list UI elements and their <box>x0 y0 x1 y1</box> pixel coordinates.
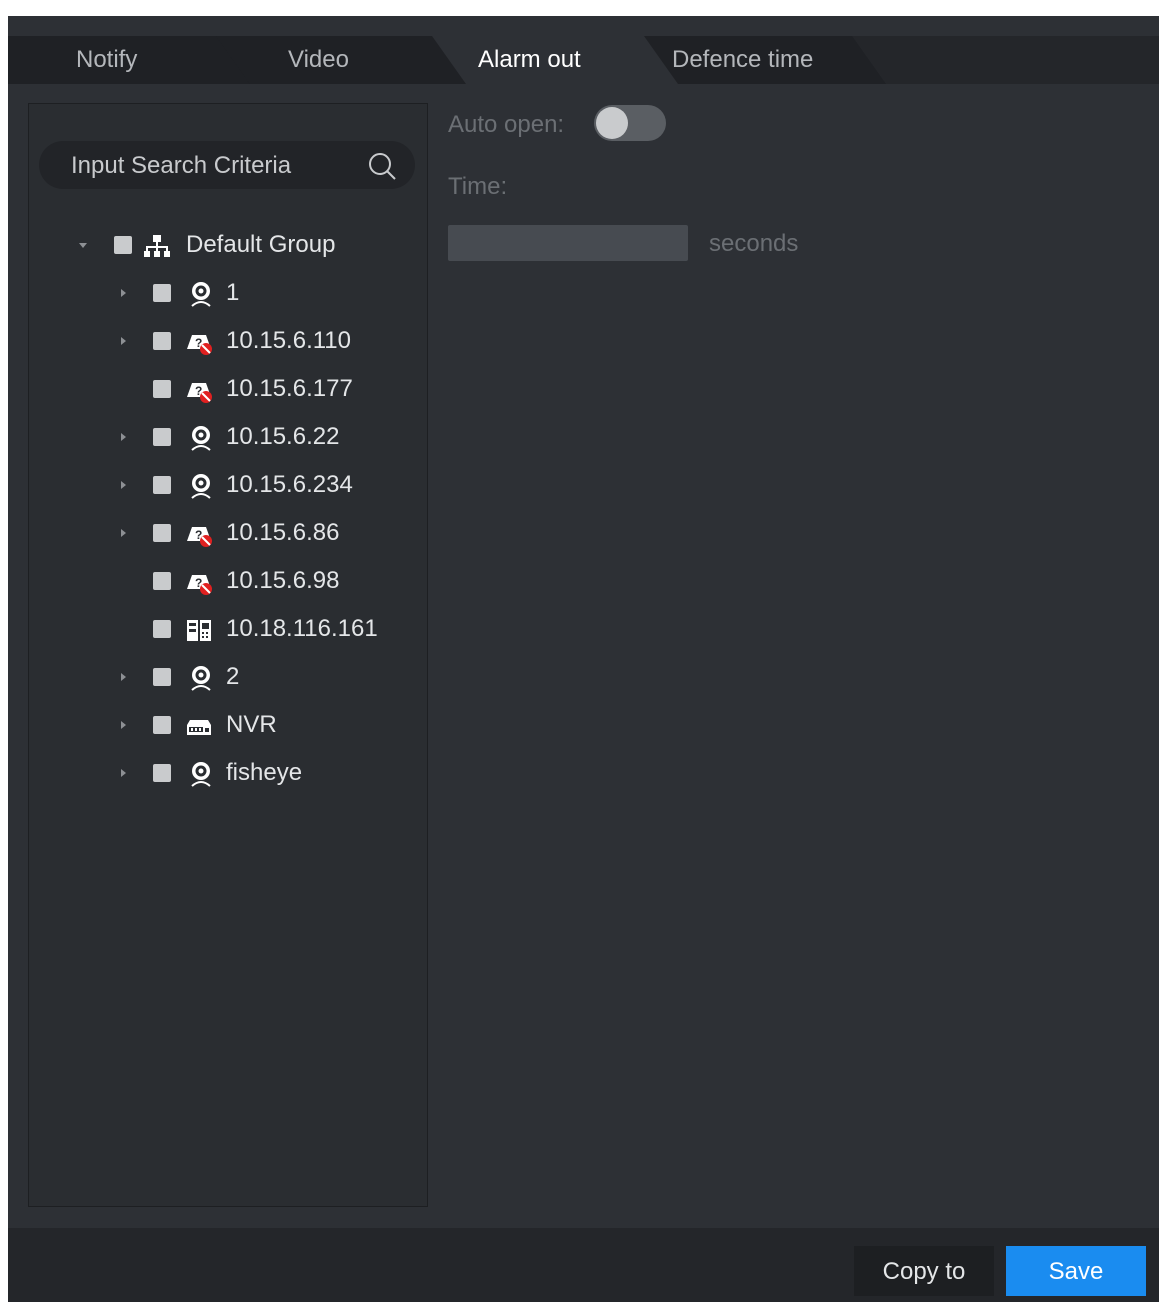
tree-node-label: 2 <box>226 663 240 690</box>
tree-node[interactable]: NVR <box>29 705 427 745</box>
camera-icon <box>191 474 211 499</box>
auto-open-toggle[interactable] <box>594 105 666 141</box>
tree-checkbox[interactable] <box>153 620 171 638</box>
camera-icon <box>191 426 211 451</box>
tree-node[interactable]: 1 <box>29 273 427 313</box>
caret-right-icon[interactable] <box>115 417 131 457</box>
save-button[interactable]: Save <box>1006 1246 1146 1296</box>
tree-node-label: 10.15.6.234 <box>226 471 353 498</box>
tab-video-label: Video <box>288 46 349 73</box>
camera-icon <box>191 666 211 691</box>
tree-checkbox[interactable] <box>153 716 171 734</box>
tree-checkbox[interactable] <box>114 236 132 254</box>
tree-node-label: NVR <box>226 711 277 738</box>
tree-checkbox[interactable] <box>153 476 171 494</box>
tree-node[interactable]: ? 10.15.6.110 <box>29 321 427 361</box>
tree-node[interactable]: ? 10.15.6.86 <box>29 513 427 553</box>
tree-node-label: Default Group <box>186 231 336 258</box>
caret-right-icon[interactable] <box>115 513 131 553</box>
search-icon[interactable] <box>367 151 397 181</box>
tab-alarm-out-label: Alarm out <box>478 46 581 73</box>
tree-node-label: fisheye <box>226 759 303 786</box>
caret-right-icon[interactable] <box>115 465 131 505</box>
caret-right-icon[interactable] <box>115 753 131 793</box>
tree-node-label: 10.15.6.177 <box>226 375 353 402</box>
tree-checkbox[interactable] <box>153 668 171 686</box>
tree-node[interactable]: 2 <box>29 657 427 697</box>
tree-node[interactable]: 10.15.6.22 <box>29 417 427 457</box>
tree-node-label: 10.15.6.98 <box>226 567 340 594</box>
tab-defence-time[interactable]: Defence time <box>644 36 886 84</box>
caret-right-icon[interactable] <box>115 705 131 745</box>
tree-checkbox[interactable] <box>153 764 171 782</box>
search-box <box>39 141 415 191</box>
time-input[interactable] <box>448 225 688 261</box>
time-label: Time: <box>448 173 508 200</box>
toggle-knob <box>596 107 628 139</box>
time-unit-label: seconds <box>709 230 799 257</box>
offline-device-icon: ? <box>187 335 212 355</box>
device-tree-panel: Default Group 1 ? 10.15.6.110 ? 10.15.6.… <box>28 103 428 1207</box>
tree-checkbox[interactable] <box>153 524 171 542</box>
tab-defence-time-label: Defence time <box>672 46 814 73</box>
camera-icon <box>191 282 211 307</box>
tree-node[interactable]: ? 10.15.6.177 <box>29 369 427 409</box>
caret-right-icon[interactable] <box>115 273 131 313</box>
tree-node-label: 10.15.6.22 <box>226 423 340 450</box>
tree-node[interactable]: 10.15.6.234 <box>29 465 427 505</box>
caret-down-icon[interactable] <box>75 225 91 265</box>
tree-node-label: 1 <box>226 279 240 306</box>
offline-device-icon: ? <box>187 575 212 595</box>
door-station-icon <box>187 620 211 641</box>
alarm-config-window: Notify Video Alarm out Defence time Inpu… <box>8 16 1159 1302</box>
tab-alarm-out[interactable]: Alarm out <box>432 36 680 84</box>
tab-bar: Notify Video Alarm out Defence time <box>8 36 1159 84</box>
search-input[interactable] <box>69 141 363 191</box>
camera-icon <box>191 762 211 787</box>
tab-video[interactable]: Video <box>216 36 466 84</box>
tree-checkbox[interactable] <box>153 380 171 398</box>
tree-node[interactable]: fisheye <box>29 753 427 793</box>
tab-notify-label: Notify <box>76 46 138 73</box>
tree-node-label: 10.15.6.110 <box>226 327 352 354</box>
tree-node[interactable]: 10.18.116.161 <box>29 609 427 649</box>
tab-notify[interactable]: Notify <box>8 36 250 84</box>
tree-node-default-group[interactable]: Default Group <box>29 225 427 265</box>
tree-checkbox[interactable] <box>153 428 171 446</box>
caret-right-icon[interactable] <box>115 321 131 361</box>
tree-checkbox[interactable] <box>153 332 171 350</box>
tree-checkbox[interactable] <box>153 572 171 590</box>
caret-right-icon[interactable] <box>115 657 131 697</box>
footer-bar: Copy to Save <box>8 1228 1159 1302</box>
tree-node-label: 10.18.116.161 <box>226 615 378 642</box>
tree-checkbox[interactable] <box>153 284 171 302</box>
auto-open-label: Auto open: <box>448 111 565 138</box>
offline-device-icon: ? <box>187 383 212 403</box>
org-tree-icon <box>144 235 170 257</box>
nvr-icon <box>187 720 211 735</box>
tree-node[interactable]: ? 10.15.6.98 <box>29 561 427 601</box>
tree-node-label: 10.15.6.86 <box>226 519 340 546</box>
offline-device-icon: ? <box>187 527 212 547</box>
copy-to-button[interactable]: Copy to <box>854 1246 994 1296</box>
